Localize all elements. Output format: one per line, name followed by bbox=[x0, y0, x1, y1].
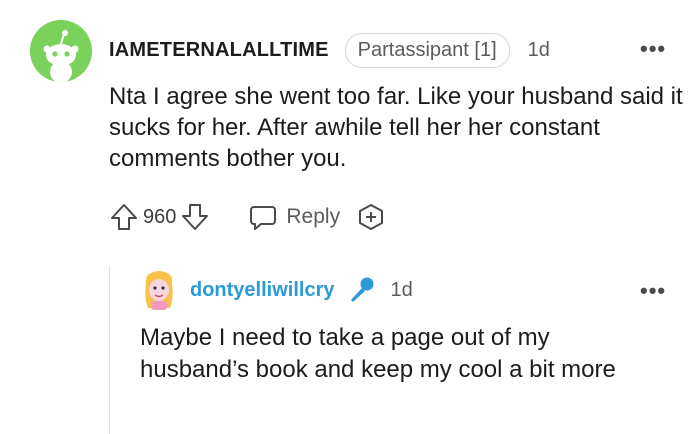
reply-username[interactable]: dontyelliwillcry bbox=[190, 279, 334, 302]
microphone-icon bbox=[346, 275, 376, 305]
comment-timestamp: 1d bbox=[527, 38, 550, 61]
upvote-icon[interactable] bbox=[109, 202, 139, 232]
reply-timestamp: 1d bbox=[390, 278, 413, 301]
vote-count: 960 bbox=[143, 205, 177, 228]
reply-label: Reply bbox=[286, 205, 341, 228]
reply-body: Maybe I need to take a page out of my hu… bbox=[140, 324, 616, 383]
reply-icon bbox=[248, 202, 278, 232]
user-flair: Partassipant [1] bbox=[344, 32, 510, 68]
more-options-icon[interactable]: ••• bbox=[640, 38, 666, 60]
pink-character-avatar-icon bbox=[145, 271, 173, 310]
reply-button[interactable]: Reply bbox=[248, 202, 340, 232]
downvote-icon[interactable] bbox=[180, 202, 210, 232]
reply-avatar[interactable] bbox=[140, 268, 178, 312]
reply-thread-line bbox=[109, 266, 110, 434]
avatar[interactable] bbox=[30, 20, 92, 82]
reply-more-options-icon[interactable]: ••• bbox=[640, 280, 666, 302]
reply-header: dontyelliwillcry 1d bbox=[190, 272, 413, 308]
comment-body: Nta I agree she went too far. Like your … bbox=[109, 83, 683, 172]
award-icon[interactable] bbox=[356, 202, 386, 232]
comment-header: IAMETERNALALLTIME Partassipant [1] 1d bbox=[109, 32, 550, 68]
comment-username[interactable]: IAMETERNALALLTIME bbox=[109, 39, 329, 62]
snoo-avatar-icon bbox=[30, 20, 92, 82]
comment-actions: 960 Reply bbox=[109, 199, 386, 235]
